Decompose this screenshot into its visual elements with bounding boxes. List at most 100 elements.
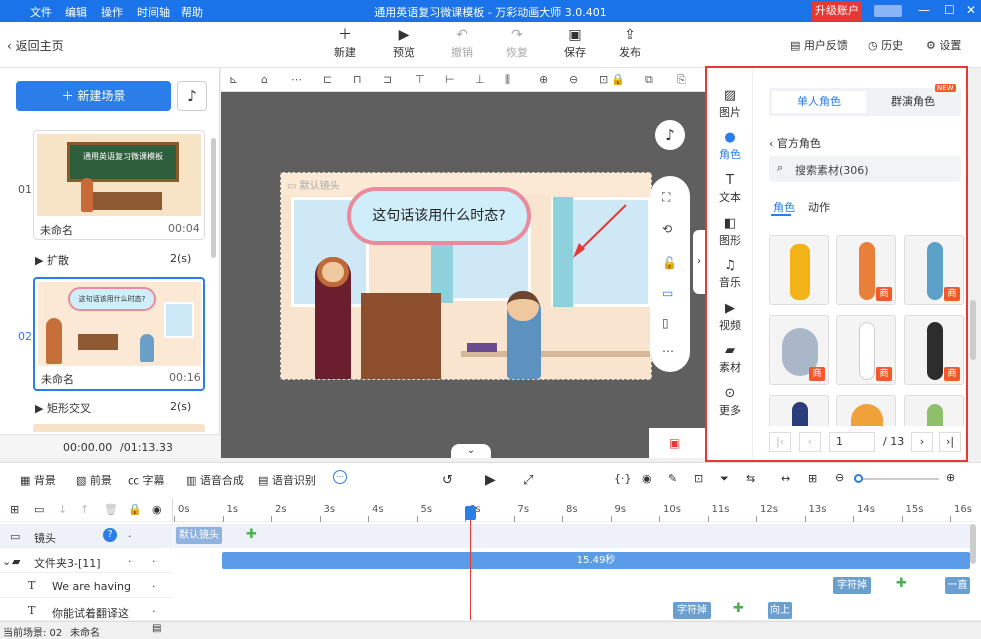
distribute-icon[interactable]: ⫼ <box>505 73 510 87</box>
more-icon[interactable]: ⋯ <box>333 470 347 484</box>
character-item[interactable]: 商 <box>836 235 896 305</box>
character-item[interactable] <box>769 235 829 305</box>
rotate-icon[interactable]: ⟲ <box>662 222 672 236</box>
preview-button[interactable]: ▶ 预览 <box>384 26 424 60</box>
category-image[interactable]: ▨ 图片 <box>707 88 753 120</box>
minimize-icon[interactable]: — <box>918 3 930 17</box>
music-note-icon[interactable]: ♪ <box>655 120 685 150</box>
close-icon[interactable]: ✕ <box>966 3 976 17</box>
lock-icon[interactable]: · <box>128 530 132 543</box>
collapse-icon[interactable]: ⌄ <box>2 555 11 568</box>
help-icon[interactable]: ? <box>103 528 117 542</box>
tab-single-role[interactable]: 单人角色 <box>772 91 866 113</box>
settings-button[interactable]: ⚙ 设置 <box>926 37 961 53</box>
lock-icon[interactable]: 🔒 <box>611 73 625 86</box>
align-left-icon[interactable]: ⊏ <box>323 73 332 86</box>
track-text-2[interactable]: T 你能试着翻译这 · <box>0 599 173 623</box>
scene-scrollbar[interactable] <box>211 138 216 258</box>
eye-icon[interactable]: · <box>152 605 156 618</box>
folder-icon[interactable]: ▭ <box>34 503 44 516</box>
foreground-button[interactable]: ▧ 前景 <box>76 472 112 488</box>
align-center-icon[interactable]: ⊓ <box>353 73 362 86</box>
eye-icon[interactable]: · <box>152 580 156 593</box>
tts-button[interactable]: ▥ 语音合成 <box>186 472 244 488</box>
time-ruler[interactable]: 0s1s2s3s4s5s6s7s8s9s10s11s12s13s14s15s16… <box>174 498 974 522</box>
more-icon[interactable]: ⋯ <box>662 344 674 358</box>
track-text-1[interactable]: T We are having · <box>0 574 173 598</box>
new-button[interactable]: ＋新建 <box>325 26 365 60</box>
text-animation-chip[interactable]: 字符掉 <box>673 602 711 619</box>
caption-button[interactable]: ㏄ 字幕 <box>128 472 165 488</box>
add-keyframe-icon[interactable]: ✚ <box>896 576 907 591</box>
crop-icon[interactable]: ⊡ <box>694 472 703 485</box>
folder-duration-bar[interactable]: 15.49秒 <box>222 552 970 569</box>
save-button[interactable]: ▣ 保存 <box>555 26 595 60</box>
new-scene-button[interactable]: ＋ 新建场景 <box>16 81 171 111</box>
fit-width-icon[interactable]: ↔ <box>781 472 790 485</box>
align-middle-icon[interactable]: ⊢ <box>445 73 455 86</box>
track-lens[interactable]: ▭ 镜头 ? · <box>0 524 173 548</box>
undo-button[interactable]: ↶ 撤销 <box>442 26 482 60</box>
desktop-icon[interactable]: ▭ <box>662 286 673 300</box>
mobile-icon[interactable]: ▯ <box>662 316 669 330</box>
scene-card-2[interactable]: 这句话该用什么时态? 未命名 00:16 <box>33 277 205 391</box>
history-button[interactable]: ◷ 历史 <box>868 37 903 53</box>
zoom-in-icon[interactable]: ⊕ <box>946 471 955 484</box>
eye-icon[interactable]: · <box>152 555 156 568</box>
music-button[interactable]: ♪ <box>177 81 207 111</box>
code-icon[interactable]: {·} <box>614 472 632 485</box>
category-material[interactable]: ▰ 素材 <box>707 343 753 375</box>
fit-screen-icon[interactable]: ⛶ <box>662 190 670 205</box>
record-icon[interactable]: ▣ <box>669 436 680 450</box>
back-home-button[interactable]: ‹ 返回主页 <box>7 37 64 54</box>
collapse-timeline-icon[interactable]: ⌄ <box>451 444 491 458</box>
camera-icon[interactable]: ◉ <box>642 472 652 485</box>
edit-icon[interactable]: ✎ <box>668 472 677 485</box>
first-page-icon[interactable]: |‹ <box>769 432 791 452</box>
move-up-icon[interactable]: ↑ <box>80 503 89 516</box>
add-keyframe-icon[interactable]: ✚ <box>733 601 744 616</box>
align-right-icon[interactable]: ⊐ <box>383 73 392 86</box>
new-folder-icon[interactable]: ⊞ <box>10 503 19 516</box>
zoom-out-icon[interactable]: ⊖ <box>835 471 844 484</box>
zoom-in-icon[interactable]: ⊕ <box>539 73 548 86</box>
expand-panel-icon[interactable]: › <box>693 230 705 294</box>
adjust-icon[interactable]: ⇆ <box>746 472 755 485</box>
text-exit-chip[interactable]: 向上 <box>768 602 792 619</box>
subtab-action[interactable]: 动作 <box>808 199 830 215</box>
category-music[interactable]: ♫ 音乐 <box>707 258 753 290</box>
upgrade-button[interactable]: 升级账户 <box>812 1 862 21</box>
category-more[interactable]: ⊙ 更多 <box>707 386 753 418</box>
zoom-slider-thumb[interactable] <box>854 474 863 483</box>
lock-icon[interactable]: 🔒 <box>128 503 142 516</box>
align-top-icon[interactable]: ⊤ <box>415 73 425 86</box>
character-item[interactable]: 商 <box>904 235 964 305</box>
search-input[interactable]: 搜索素材(306) <box>795 162 869 178</box>
background-button[interactable]: ▦ 背景 <box>20 472 56 488</box>
publish-button[interactable]: ⇪ 发布 <box>610 26 650 60</box>
prev-page-icon[interactable]: ‹ <box>799 432 821 452</box>
home-icon[interactable]: ⌂ <box>261 73 268 86</box>
unlock-icon[interactable]: 🔓 <box>662 256 677 270</box>
scene-card-3[interactable] <box>33 424 205 432</box>
stage-canvas[interactable]: ▭ 默认镜头 这句话该用什么时态? <box>280 172 652 380</box>
replay-icon[interactable]: ↺ <box>442 473 453 488</box>
paste-icon[interactable]: ⎘ <box>677 73 686 87</box>
last-page-icon[interactable]: ›| <box>939 432 961 452</box>
align-bottom-icon[interactable]: ⊥ <box>475 73 485 86</box>
category-text[interactable]: T 文本 <box>707 173 753 205</box>
notes-icon[interactable]: ▤ <box>152 623 161 634</box>
piano[interactable] <box>361 293 441 379</box>
maximize-icon[interactable]: ☐ <box>944 3 955 17</box>
scene-card-1[interactable]: 通用英语复习微课模板 未命名 00:04 <box>33 130 205 240</box>
track-folder[interactable]: ⌄ ▰ 文件夹3-[11] · · <box>0 549 173 573</box>
category-shape[interactable]: ◧ 图形 <box>707 216 753 248</box>
lens-chip[interactable]: 默认镜头 <box>176 527 222 544</box>
official-role-back[interactable]: ‹ 官方角色 <box>769 135 821 151</box>
subtab-role[interactable]: 角色 <box>773 199 795 215</box>
add-keyframe-icon[interactable]: ✚ <box>246 527 257 542</box>
character-item[interactable]: 商 <box>836 315 896 385</box>
playhead-handle[interactable] <box>465 506 476 520</box>
next-page-icon[interactable]: › <box>911 432 933 452</box>
category-video[interactable]: ▶ 视频 <box>707 301 753 333</box>
